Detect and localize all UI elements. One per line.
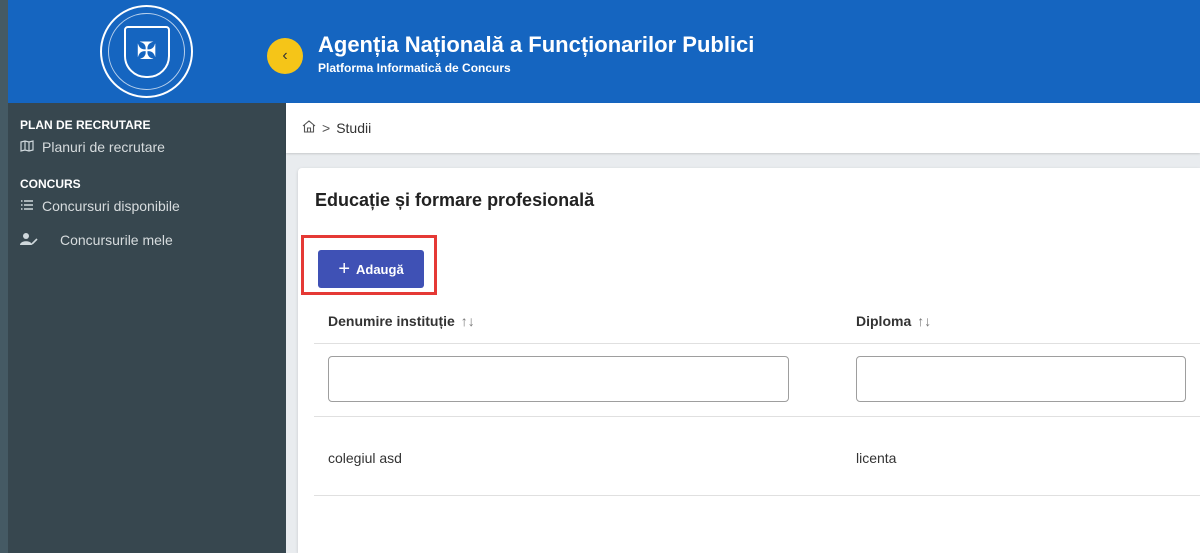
sidebar-item-planuri[interactable]: Planuri de recrutare — [20, 136, 180, 158]
user-edit-icon — [20, 232, 60, 249]
sidebar: ✠ PLAN DE RECRUTARE Planuri de recrutare… — [0, 0, 286, 553]
page-title: Educație și formare profesională — [315, 190, 595, 210]
highlight-box: + Adaugă — [301, 235, 437, 295]
app-header: Agenția Națională a Funcționarilor Publi… — [286, 0, 1200, 103]
cell-institutie: colegiul asd — [328, 450, 402, 466]
column-header-label: Diploma — [856, 313, 912, 329]
breadcrumb-current: Studii — [336, 120, 372, 136]
nav-section-title: PLAN DE RECRUTARE — [20, 118, 151, 132]
row-divider — [314, 495, 1200, 496]
chevron-left-icon: ‹ — [282, 47, 288, 64]
chevron-right-icon: > — [322, 120, 331, 136]
column-header-diploma[interactable]: Diploma ↑↓ — [856, 303, 931, 339]
add-button-label: Adaugă — [356, 261, 404, 277]
sidebar-item-label: Planuri de recrutare — [42, 139, 165, 155]
sidebar-nav: PLAN DE RECRUTARE Planuri de recrutare C… — [20, 118, 180, 251]
sidebar-item-concursurile-mele[interactable]: Concursurile mele — [20, 229, 180, 251]
cell-diploma: licenta — [856, 450, 897, 466]
coat-of-arms-icon: ✠ — [100, 5, 193, 98]
row-divider — [314, 416, 1200, 417]
breadcrumb: > Studii — [286, 103, 1200, 153]
header-title: Agenția Națională a Funcționarilor Publi… — [318, 32, 755, 57]
filter-input-institutie[interactable] — [328, 356, 789, 402]
column-header-label: Denumire instituție — [328, 313, 455, 329]
map-icon — [20, 139, 42, 155]
filter-input-diploma[interactable] — [856, 356, 1186, 402]
logo-area: ✠ — [8, 0, 286, 103]
header-subtitle: Platforma Informatică de Concurs — [318, 61, 511, 75]
row-divider — [314, 343, 1200, 344]
logo-ring — [108, 13, 185, 90]
plus-icon: + — [338, 258, 350, 280]
sort-icon[interactable]: ↑↓ — [917, 313, 931, 329]
add-button[interactable]: + Adaugă — [318, 250, 424, 288]
sidebar-edge — [0, 0, 8, 553]
list-icon — [20, 199, 42, 214]
sort-icon[interactable]: ↑↓ — [461, 313, 475, 329]
nav-section-title: CONCURS — [20, 177, 81, 191]
column-header-institutie[interactable]: Denumire instituție ↑↓ — [328, 303, 475, 339]
home-icon[interactable] — [302, 120, 316, 136]
sidebar-item-concursuri-disponibile[interactable]: Concursuri disponibile — [20, 195, 180, 217]
sidebar-item-label: Concursuri disponibile — [42, 198, 180, 214]
sidebar-collapse-button[interactable]: ‹ — [267, 38, 303, 74]
content-card: Educație și formare profesională + Adaug… — [298, 168, 1200, 553]
sidebar-item-label: Concursurile mele — [60, 232, 173, 248]
